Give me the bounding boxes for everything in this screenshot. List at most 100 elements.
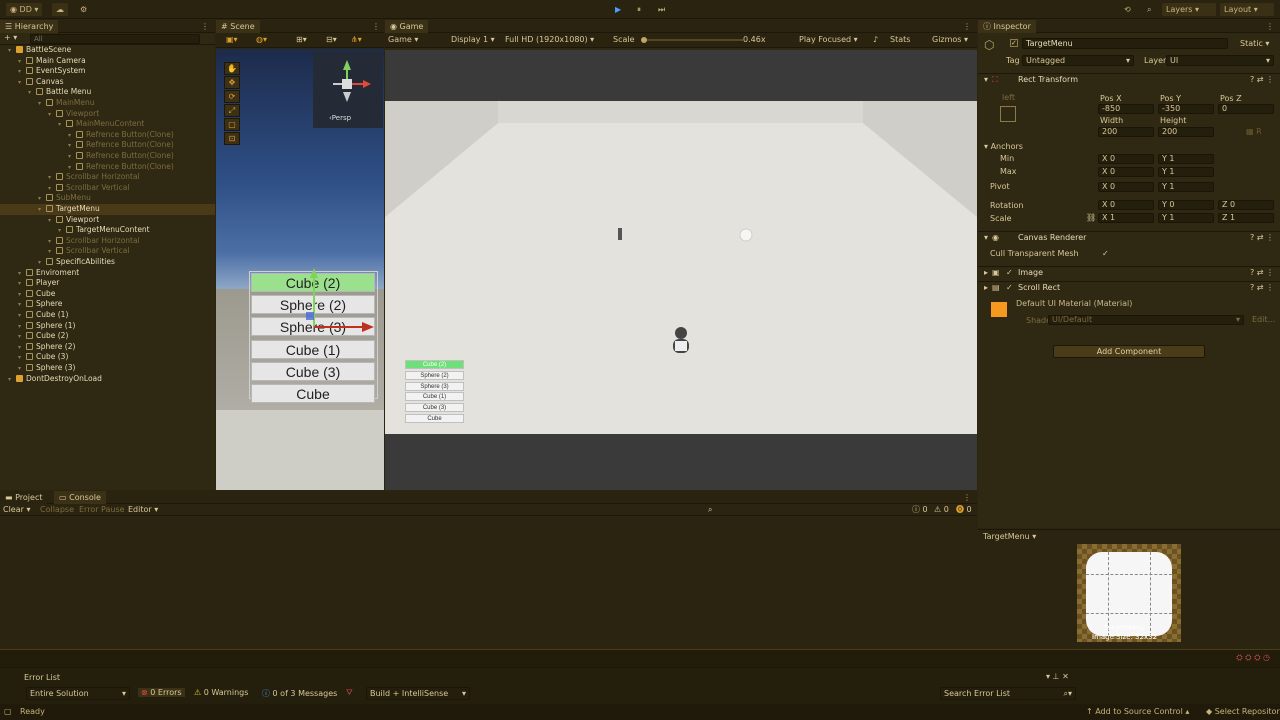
component-menu-icon[interactable]: ? ⇄ ⋮ [1250, 233, 1274, 242]
pivot-y[interactable]: Y 1 [1158, 182, 1214, 192]
rotate-tool-icon[interactable]: ⟳ [224, 90, 240, 103]
hierarchy-item[interactable]: ▾ Sphere (3) [0, 363, 215, 374]
hierarchy-item[interactable]: ▾ Sphere (1) [0, 321, 215, 332]
rect-tool-icon[interactable]: ▢ [224, 118, 240, 131]
error-pause-toggle[interactable]: Error Pause [79, 504, 125, 516]
anchor-max-x[interactable]: X 0 [1098, 167, 1154, 177]
filter-icon[interactable]: ⛛ [346, 688, 353, 698]
hierarchy-item[interactable]: ▾ Sphere (2) [0, 342, 215, 353]
history-icon[interactable]: ⟲ [1120, 3, 1135, 16]
mute-icon[interactable]: ♪ [873, 33, 878, 46]
persp-label[interactable]: ‹Persp [329, 114, 351, 122]
object-name-field[interactable]: TargetMenu [1022, 38, 1228, 49]
gizmos-dropdown[interactable]: Gizmos ▾ [932, 33, 968, 46]
step-button[interactable]: ⏭ [654, 3, 669, 16]
editor-dropdown[interactable]: Editor ▾ [128, 504, 158, 516]
resolution-dropdown[interactable]: Full HD (1920x1080) ▾ [505, 33, 594, 46]
hierarchy-item[interactable]: ▾ Player [0, 278, 215, 289]
hierarchy-item[interactable]: ▾ SpecificAbilities [0, 257, 215, 268]
anchor-min-y[interactable]: Y 1 [1158, 154, 1214, 164]
game-menu-button[interactable]: Sphere (2) [405, 370, 464, 380]
anchor-max-y[interactable]: Y 1 [1158, 167, 1214, 177]
anchor-preset-button[interactable] [1000, 106, 1016, 122]
cloud-icon[interactable]: ☁ [52, 3, 68, 16]
component-menu-icon[interactable]: ? ⇄ ⋮ [1250, 268, 1274, 277]
more-icon[interactable]: ⋮ [201, 20, 209, 33]
error-count[interactable]: ⓿ 0 [956, 504, 972, 516]
hierarchy-item[interactable]: ▾ Refrence Button(Clone) [0, 130, 215, 141]
scene-orientation-gizmo[interactable]: ‹Persp [313, 52, 383, 128]
width-field[interactable]: 200 [1098, 127, 1154, 137]
anchor-min-x[interactable]: X 0 [1098, 154, 1154, 164]
hierarchy-item[interactable]: ▾ TargetMenu [0, 204, 215, 215]
source-control-button[interactable]: ↑ Add to Source Control ▴ [1086, 704, 1189, 720]
add-component-button[interactable]: Add Component [1053, 345, 1205, 358]
component-menu-icon[interactable]: ? ⇄ ⋮ [1250, 283, 1274, 292]
tab-hierarchy[interactable]: ☰ Hierarchy [0, 20, 59, 33]
expand-arrow-icon[interactable]: ▾ [8, 375, 16, 386]
hierarchy-item[interactable]: ▾ Scrollbar Horizontal [0, 236, 215, 247]
hierarchy-item[interactable]: ▾ Scrollbar Vertical [0, 246, 215, 257]
pos-y-field[interactable]: -350 [1158, 104, 1214, 114]
gizmo-icon[interactable]: ⋔▾ [351, 35, 362, 44]
tab-game[interactable]: ◉ Game [385, 20, 429, 33]
hierarchy-item[interactable]: ▾ Battle Menu [0, 87, 215, 98]
hierarchy-item[interactable]: ▾ MainMenuContent [0, 119, 215, 130]
hierarchy-item[interactable]: ▾ TargetMenuContent [0, 225, 215, 236]
more-icon[interactable]: ⋮ [372, 20, 380, 33]
display-dropdown[interactable]: Display 1 ▾ [451, 33, 495, 46]
errors-filter[interactable]: ⊗ 0 Errors [138, 688, 185, 697]
draw-mode-icon[interactable]: ▣▾ [226, 35, 238, 44]
hierarchy-item[interactable]: ▾ Cube (3) [0, 352, 215, 363]
error-list-search[interactable]: Search Error List ⌕▾ [940, 687, 1076, 700]
layer-dropdown[interactable]: UI ▾ [1166, 55, 1274, 66]
scroll-rect-header[interactable]: ▸ ▤ ✓ Scroll Rect ? ⇄ ⋮ [978, 281, 1280, 293]
tab-project[interactable]: ▬ Project [0, 491, 48, 504]
collab-icon[interactable]: ⚙ [76, 3, 91, 16]
hierarchy-item[interactable]: ▾ Refrence Button(Clone) [0, 151, 215, 162]
console-search-icon[interactable]: ⌕ [708, 504, 712, 516]
shading-icon[interactable]: ◍▾ [256, 35, 267, 44]
scale-z[interactable]: Z 1 [1218, 213, 1274, 223]
warning-count[interactable]: ⚠ 0 [934, 504, 949, 516]
pivot-x[interactable]: X 0 [1098, 182, 1154, 192]
more-icon[interactable]: ⋮ [1266, 20, 1274, 33]
preview-title[interactable]: TargetMenu ▾ [983, 532, 1036, 541]
hierarchy-item[interactable]: ▾ Scrollbar Vertical [0, 183, 215, 194]
scale-x[interactable]: X 1 [1098, 213, 1154, 223]
hierarchy-item[interactable]: ▾ Enviroment [0, 268, 215, 279]
info-count[interactable]: ⓘ 0 [912, 504, 928, 516]
pos-z-field[interactable]: 0 [1218, 104, 1274, 114]
transform-tool-icon[interactable]: ⊡ [224, 132, 240, 145]
account-dropdown[interactable]: ◉ DD ▾ [6, 3, 43, 16]
error-list-window-controls[interactable]: ▾ ⊥ ✕ [1046, 672, 1069, 681]
scroll-rect-enabled-checkbox[interactable]: ✓ [1006, 283, 1013, 292]
grid-snap-icon[interactable]: ⊞▾ [296, 35, 307, 44]
game-menu-button[interactable]: Sphere (3) [405, 381, 464, 391]
tab-console[interactable]: ▭ Console [54, 491, 106, 504]
scale-y[interactable]: Y 1 [1158, 213, 1214, 223]
move-tool-icon[interactable]: ✥ [224, 76, 240, 89]
hierarchy-item[interactable]: ▾ Viewport [0, 109, 215, 120]
game-menu-button[interactable]: Cube (1) [405, 392, 464, 402]
scene-menu-button[interactable]: Cube (1) [251, 339, 375, 359]
hierarchy-item[interactable]: ▾ Cube (2) [0, 331, 215, 342]
play-button[interactable]: ▶ [611, 3, 625, 16]
snap-icon[interactable]: ⊟▾ [326, 35, 337, 44]
collapse-toggle[interactable]: Collapse [40, 504, 74, 516]
tab-inspector[interactable]: ⓘ Inspector [978, 20, 1036, 33]
blueprint-icon[interactable]: ▦ R [1246, 127, 1262, 136]
status-icons[interactable]: ⛭ ⛭ ⛭ ◷ [1236, 653, 1270, 663]
rotation-y[interactable]: Y 0 [1158, 200, 1214, 210]
tag-dropdown[interactable]: Untagged ▾ [1022, 55, 1134, 66]
build-dropdown[interactable]: Build + IntelliSense ▾ [366, 687, 470, 700]
tab-scene[interactable]: # Scene [216, 20, 260, 33]
messages-filter[interactable]: ⓘ 0 of 3 Messages [262, 688, 337, 699]
hierarchy-item[interactable]: ▾ Viewport [0, 215, 215, 226]
hierarchy-item[interactable]: ▾ BattleScene [0, 45, 215, 56]
hierarchy-item[interactable]: ▾ Sphere [0, 299, 215, 310]
hierarchy-item[interactable]: ▾ Main Camera [0, 56, 215, 67]
active-checkbox[interactable]: ✓ [1010, 39, 1018, 47]
scale-slider[interactable] [641, 37, 743, 43]
add-icon[interactable]: + ▾ [4, 33, 17, 42]
